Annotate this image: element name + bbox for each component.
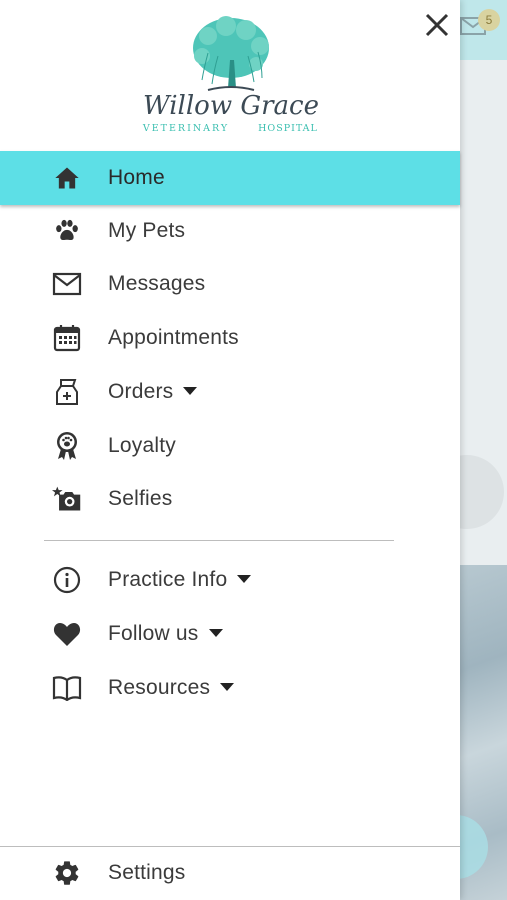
nav-label: Settings: [108, 861, 186, 884]
svg-text:Willow Grace: Willow Grace: [143, 91, 319, 121]
nav-label: Home: [108, 166, 165, 189]
background-app: 5: [460, 0, 507, 900]
nav-label: Practice Info: [108, 568, 252, 592]
nav-item-appointments[interactable]: Appointments: [0, 311, 460, 365]
navigation-drawer: Willow Grace VETERINARY HOSPITAL Home My…: [0, 0, 460, 900]
willow-grace-logo: Willow Grace VETERINARY HOSPITAL: [142, 16, 319, 134]
nav-label: My Pets: [108, 219, 186, 242]
calendar-icon: [52, 323, 82, 353]
heart-icon: [52, 619, 82, 649]
camera-star-icon: [52, 484, 82, 514]
book-icon: [52, 673, 82, 703]
nav-label: Orders: [108, 380, 198, 404]
chevron-down-icon: [237, 575, 252, 584]
nav-item-resources[interactable]: Resources: [0, 661, 460, 715]
background-circle-button: [460, 455, 504, 529]
chevron-down-icon: [208, 629, 223, 638]
nav-item-my-pets[interactable]: My Pets: [0, 204, 460, 258]
award-ribbon-icon: [52, 431, 82, 461]
paw-icon: [52, 216, 82, 246]
nav-item-settings[interactable]: Settings: [0, 846, 460, 900]
menu-divider: [44, 540, 394, 541]
gear-icon: [52, 858, 82, 888]
chevron-down-icon: [183, 387, 198, 396]
nav-label: Loyalty: [108, 434, 176, 457]
envelope-icon: [52, 269, 82, 299]
nav-item-home[interactable]: Home: [0, 151, 460, 205]
info-icon: [52, 565, 82, 595]
nav-item-loyalty[interactable]: Loyalty: [0, 419, 460, 473]
nav-label: Follow us: [108, 622, 223, 646]
nav-label: Messages: [108, 272, 206, 295]
nav-item-selfies[interactable]: Selfies: [0, 472, 460, 526]
food-bag-icon: [52, 377, 82, 407]
svg-text:HOSPITAL: HOSPITAL: [258, 123, 318, 134]
nav-item-practice-info[interactable]: Practice Info: [0, 553, 460, 607]
nav-label: Appointments: [108, 326, 239, 349]
nav-item-follow-us[interactable]: Follow us: [0, 607, 460, 661]
close-icon[interactable]: [418, 6, 456, 44]
nav-item-orders[interactable]: Orders: [0, 365, 460, 419]
nav-label: Selfies: [108, 487, 173, 510]
chevron-down-icon: [220, 683, 235, 692]
notification-badge: 5: [478, 9, 500, 31]
svg-text:VETERINARY: VETERINARY: [142, 123, 229, 134]
nav-item-messages[interactable]: Messages: [0, 257, 460, 311]
nav-label: Resources: [108, 676, 235, 700]
home-icon: [52, 163, 82, 193]
